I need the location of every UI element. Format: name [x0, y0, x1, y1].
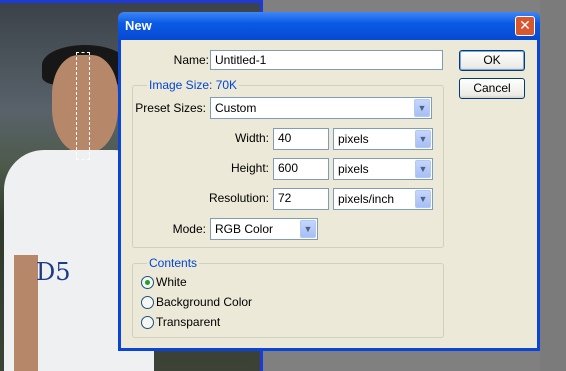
- width-unit-value: pixels: [338, 132, 369, 146]
- chevron-down-icon: ▼: [415, 160, 431, 178]
- contents-option-label: Transparent: [156, 315, 221, 329]
- contents-label: Contents: [147, 256, 200, 270]
- radio-icon[interactable]: [141, 296, 154, 309]
- preset-sizes-select[interactable]: Custom ▼: [210, 97, 432, 119]
- height-label: Height:: [230, 161, 269, 175]
- dialog-title: New: [125, 18, 152, 33]
- resolution-unit-select[interactable]: pixels/inch ▼: [333, 188, 433, 210]
- image-size-label: Image Size: 70K: [147, 78, 240, 92]
- selection-marquee[interactable]: [76, 52, 90, 160]
- photo-arm: [14, 255, 38, 371]
- contents-option-label: White: [156, 275, 187, 289]
- preset-sizes-label: Preset Sizes:: [135, 101, 206, 115]
- contents-option-label: Background Color: [156, 295, 253, 309]
- name-label: Name:: [173, 53, 209, 67]
- width-input[interactable]: 40: [273, 128, 329, 150]
- mode-label: Mode:: [172, 222, 206, 236]
- mode-value: RGB Color: [215, 222, 274, 236]
- close-button[interactable]: ✕: [515, 16, 535, 36]
- mode-select[interactable]: RGB Color ▼: [210, 218, 318, 240]
- dialog-titlebar[interactable]: New ✕: [118, 12, 540, 40]
- workspace-edge: [540, 0, 566, 371]
- chevron-down-icon: ▼: [415, 130, 431, 148]
- canvas-border-top: [0, 0, 262, 3]
- preset-sizes-value: Custom: [215, 101, 257, 115]
- height-unit-value: pixels: [338, 162, 369, 176]
- chevron-down-icon: ▼: [300, 220, 316, 238]
- shirt-logo-text: D5: [36, 258, 71, 286]
- name-input[interactable]: Untitled-1: [210, 50, 443, 70]
- close-icon: ✕: [519, 18, 531, 34]
- cancel-button[interactable]: Cancel: [459, 78, 525, 99]
- dialog-body: Name: Untitled-1 OK Cancel Image Size: 7…: [121, 40, 537, 348]
- chevron-down-icon: ▼: [415, 190, 431, 208]
- radio-icon[interactable]: [141, 316, 154, 329]
- new-document-dialog: New ✕ Name: Untitled-1 OK Cancel Image S…: [118, 12, 540, 351]
- resolution-input[interactable]: 72: [273, 188, 329, 210]
- height-input[interactable]: 600: [273, 158, 329, 180]
- chevron-down-icon: ▼: [414, 99, 430, 117]
- ok-button[interactable]: OK: [459, 50, 525, 71]
- radio-checked-icon[interactable]: [141, 276, 154, 289]
- width-label: Width:: [234, 131, 269, 145]
- resolution-label: Resolution:: [208, 191, 269, 205]
- resolution-unit-value: pixels/inch: [338, 192, 395, 206]
- width-unit-select[interactable]: pixels ▼: [333, 128, 433, 150]
- height-unit-select[interactable]: pixels ▼: [333, 158, 433, 180]
